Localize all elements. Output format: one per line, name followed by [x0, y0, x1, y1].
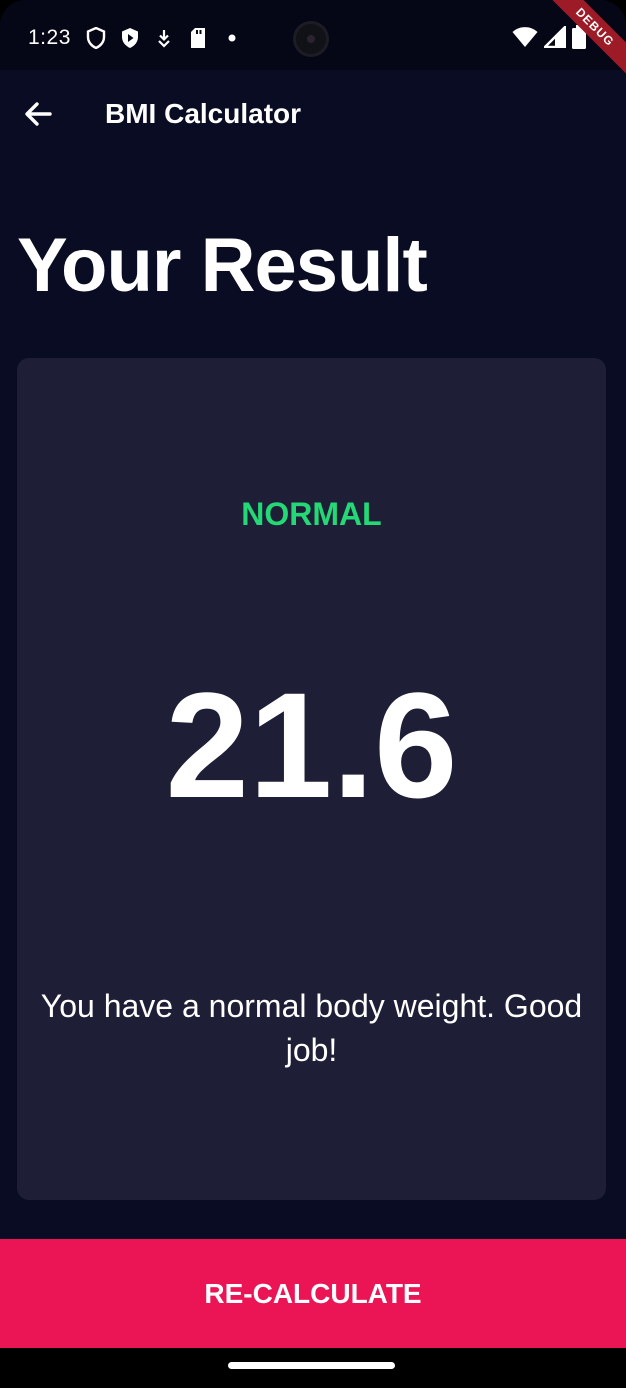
notification-icons: [84, 26, 244, 50]
wifi-icon: [512, 26, 538, 53]
app-title: BMI Calculator: [105, 98, 302, 129]
front-camera: [293, 21, 329, 57]
bmi-value: 21.6: [165, 661, 458, 829]
result-heading: Your Result: [17, 223, 428, 308]
status-bar: 1:23 DEBUG: [0, 0, 626, 81]
bmi-interpretation: You have a normal body weight. Good job!: [40, 988, 583, 1068]
back-button[interactable]: [18, 96, 58, 136]
home-indicator[interactable]: [228, 1362, 395, 1369]
result-card: NORMAL 21.6 You have a normal body weigh…: [17, 358, 606, 1200]
sd-card-icon: [186, 26, 210, 50]
bmi-result-screen: 1:23 DEBUG BMI Calculator Your Result NO…: [0, 0, 626, 1388]
app-bar: BMI Calculator: [0, 70, 626, 160]
signal-icon: [542, 24, 567, 53]
shield-outline-icon: [84, 26, 108, 50]
system-icons: [512, 24, 586, 54]
download-icon: [152, 26, 176, 50]
status-time: 1:23: [28, 26, 71, 49]
arrow-back-icon: [24, 101, 52, 132]
result-status-label: NORMAL: [241, 496, 382, 532]
recalculate-button[interactable]: RE-CALCULATE: [0, 1239, 626, 1348]
dot-icon: [220, 26, 244, 50]
system-nav-bar: [0, 1348, 626, 1388]
shield-play-icon: [118, 26, 142, 50]
